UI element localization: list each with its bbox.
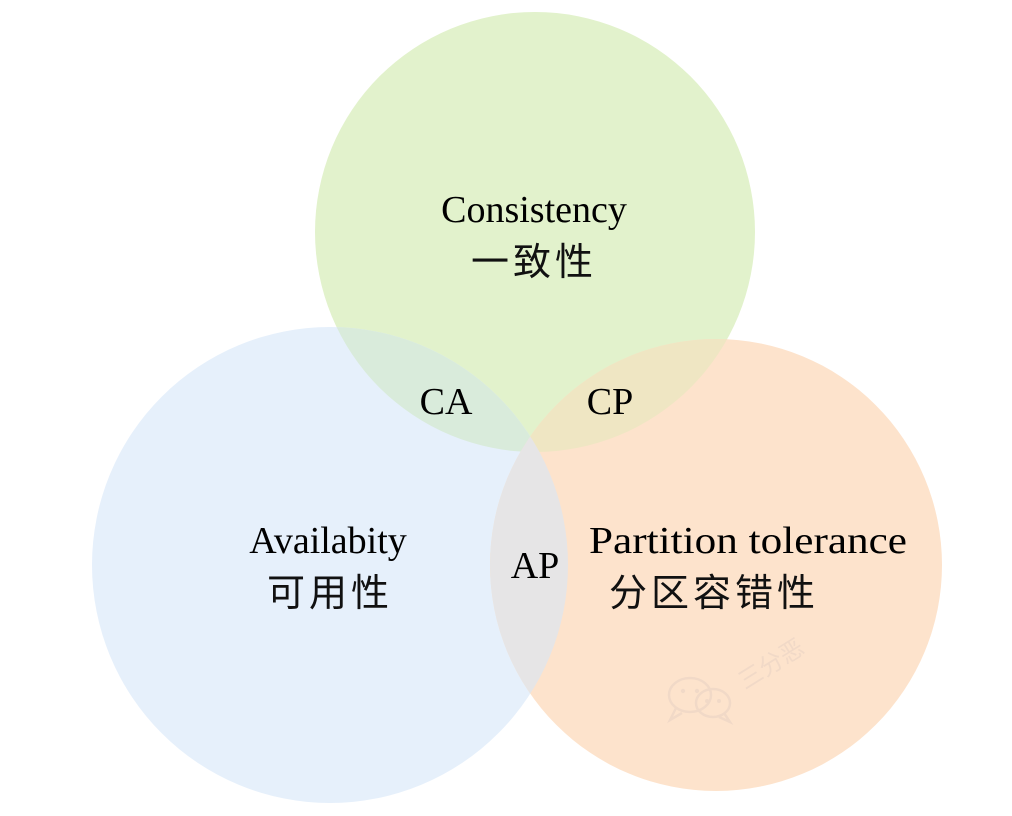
ca-label: CA	[420, 381, 473, 423]
partition-tolerance-label: Partition tolerance	[589, 520, 907, 562]
availability-label-cn: 可用性	[267, 571, 393, 615]
consistency-label-cn: 一致性	[471, 240, 597, 284]
cap-venn-diagram: Consistency 一致性 Availabity 可用性 Partition…	[92, 12, 942, 803]
availability-label: Availabity	[249, 520, 407, 562]
partition-tolerance-label-cn: 分区容错性	[609, 571, 819, 615]
ap-label: AP	[511, 545, 560, 587]
cp-label: CP	[587, 381, 633, 423]
consistency-label: Consistency	[441, 189, 627, 231]
